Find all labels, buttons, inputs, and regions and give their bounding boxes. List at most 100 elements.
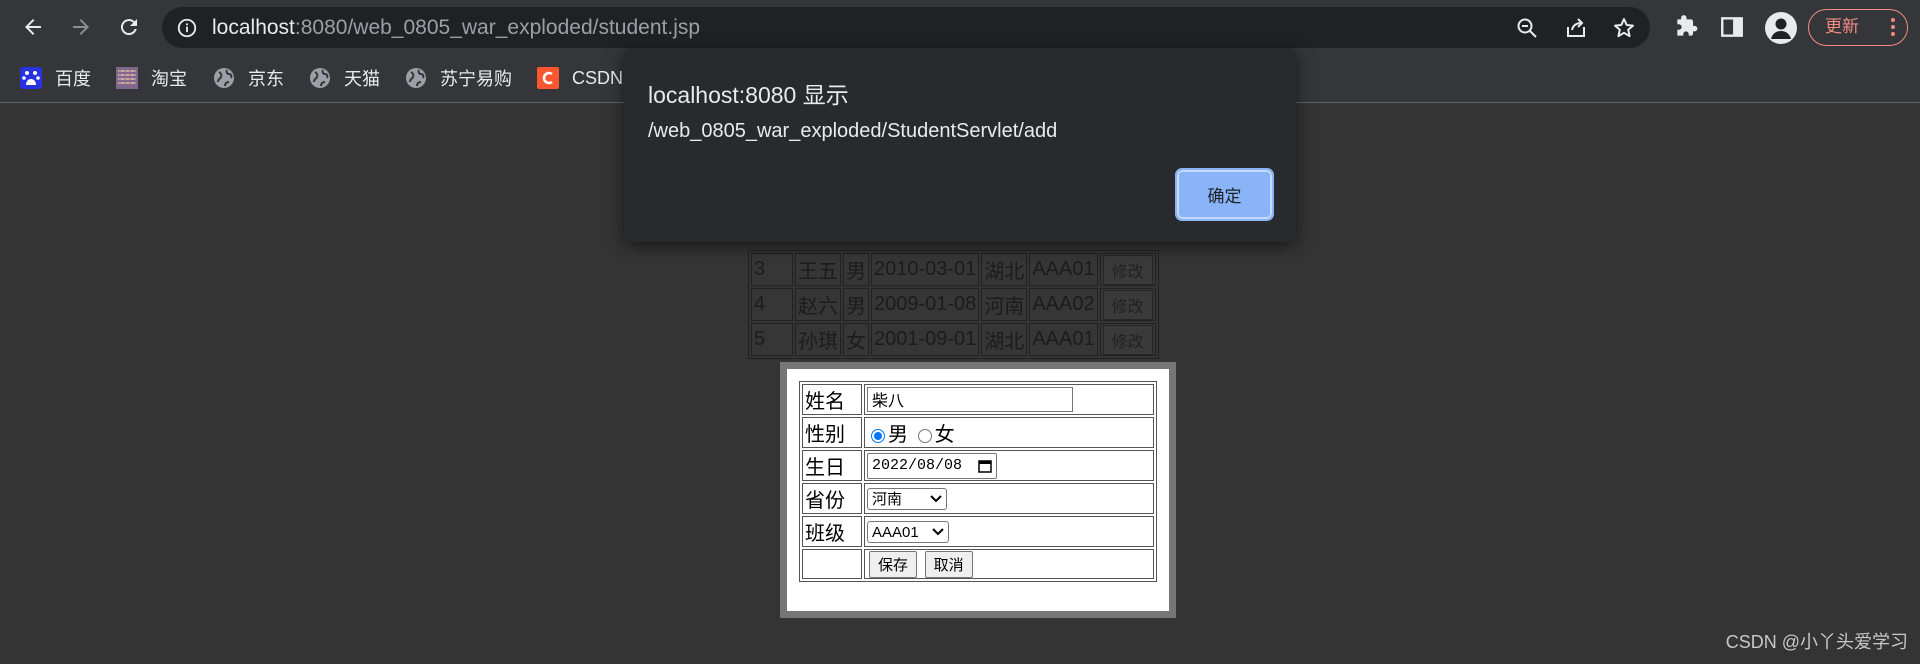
bookmark-jd[interactable]: 京东: [213, 64, 284, 92]
actions-cell: 保存 取消: [864, 549, 1154, 579]
ok-button[interactable]: 确定: [1175, 168, 1274, 221]
chevron-down-icon: [930, 494, 942, 502]
gender-female-label: 女: [934, 424, 955, 446]
cell-birthday: 2009-01-08: [871, 288, 980, 321]
cell-class: AAA02: [1029, 288, 1098, 321]
cell-class: AAA01: [1029, 323, 1098, 356]
more-vert-icon: [1891, 18, 1895, 36]
birthday-label: 生日: [802, 450, 862, 481]
update-label: 更新: [1825, 17, 1859, 36]
bookmark-label: 苏宁易购: [440, 69, 512, 89]
cell-birthday: 2010-03-01: [871, 253, 980, 286]
province-value: 河南: [872, 491, 903, 508]
class-value: AAA01: [872, 523, 919, 541]
table-row: 5 孙琪 女 2001-09-01 湖北 AAA01 修改: [751, 323, 1156, 356]
name-cell: [864, 384, 1154, 415]
cell-class: AAA01: [1029, 253, 1098, 286]
bookmark-label: 百度: [55, 69, 91, 89]
alert-dialog: localhost:8080 显示 /web_0805_war_exploded…: [624, 48, 1296, 242]
cell-province: 河南: [981, 288, 1028, 321]
bookmark-label: 天猫: [344, 69, 380, 89]
alert-message: /web_0805_war_exploded/StudentServlet/ad…: [648, 120, 1058, 142]
bookmark-csdn[interactable]: CSDN: [537, 64, 623, 92]
birthday-date-input[interactable]: 2022/08/08: [867, 452, 997, 479]
province-cell: 河南: [864, 483, 1154, 514]
save-button[interactable]: 保存: [869, 550, 918, 578]
alert-title: localhost:8080 显示: [648, 82, 849, 108]
class-label: 班级: [802, 516, 862, 547]
back-button[interactable]: [18, 12, 48, 42]
cell-province: 湖北: [981, 323, 1028, 356]
star-icon[interactable]: [1612, 16, 1636, 40]
table-row: 3 王五 男 2010-03-01 湖北 AAA01 修改: [751, 253, 1156, 286]
cell-gender: 女: [843, 323, 869, 356]
profile-avatar[interactable]: [1765, 12, 1797, 44]
arrow-left-icon: [25, 19, 41, 35]
edit-button[interactable]: 修改: [1102, 289, 1153, 320]
taobao-icon: [116, 67, 138, 89]
update-button[interactable]: 更新: [1808, 9, 1908, 46]
bookmark-tmall[interactable]: 天猫: [309, 64, 380, 92]
url-path: :8080/web_0805_war_exploded/student.jsp: [294, 16, 701, 39]
gender-male-radio[interactable]: [871, 428, 885, 443]
browser-toolbar: localhost:8080/web_0805_war_exploded/stu…: [0, 0, 1920, 54]
cancel-button[interactable]: 取消: [924, 550, 973, 578]
cell-birthday: 2001-09-01: [871, 323, 980, 356]
gender-cell: 男 女: [864, 417, 1154, 448]
student-form: 姓名 性别 男 女 生日 2022/08/08: [799, 381, 1157, 582]
info-icon[interactable]: [176, 17, 198, 39]
forward-button[interactable]: [66, 12, 96, 42]
edit-button[interactable]: 修改: [1102, 254, 1153, 285]
edit-button[interactable]: 修改: [1102, 324, 1153, 355]
bookmark-baidu[interactable]: 百度: [20, 64, 91, 92]
form-row-name: 姓名: [802, 384, 1154, 415]
cell-id: 5: [751, 323, 793, 356]
bookmark-taobao[interactable]: 淘宝: [116, 64, 187, 92]
class-select[interactable]: AAA01: [867, 521, 949, 544]
student-table: 3 王五 男 2010-03-01 湖北 AAA01 修改 4 赵六 男 200…: [748, 250, 1159, 359]
cell-id: 4: [751, 288, 793, 321]
share-icon[interactable]: [1564, 16, 1588, 40]
address-bar[interactable]: localhost:8080/web_0805_war_exploded/stu…: [162, 7, 1650, 48]
bookmark-suning[interactable]: 苏宁易购: [405, 64, 512, 92]
cell-name: 赵六: [795, 288, 841, 321]
watermark: CSDN @小丫头爱学习: [1725, 632, 1908, 652]
cell-province: 湖北: [981, 253, 1028, 286]
baidu-icon: [20, 67, 42, 89]
cell-name: 王五: [795, 253, 841, 286]
url-host: localhost: [212, 16, 295, 39]
cell-action: 修改: [1099, 323, 1156, 356]
cell-id: 3: [751, 253, 793, 286]
table-row: 4 赵六 男 2009-01-08 河南 AAA02 修改: [751, 288, 1156, 321]
cell-gender: 男: [843, 288, 869, 321]
cell-action: 修改: [1099, 288, 1156, 321]
form-row-province: 省份 河南: [802, 483, 1154, 514]
province-select[interactable]: 河南: [867, 487, 947, 510]
name-input[interactable]: [867, 386, 1073, 412]
globe-icon: [213, 67, 235, 89]
birthday-value: 2022/08/08: [872, 457, 963, 475]
url-text[interactable]: localhost:8080/web_0805_war_exploded/stu…: [212, 7, 700, 48]
gender-male-label: 男: [888, 424, 908, 446]
birthday-cell: 2022/08/08: [864, 450, 1154, 481]
person-icon: [1771, 18, 1791, 39]
form-row-class: 班级 AAA01: [802, 516, 1154, 547]
bookmark-label: 淘宝: [151, 69, 187, 89]
student-form-panel: 姓名 性别 男 女 生日 2022/08/08: [780, 362, 1176, 618]
gender-female-radio[interactable]: [917, 428, 932, 443]
form-row-gender: 性别 男 女: [802, 417, 1154, 448]
side-panel-icon[interactable]: [1719, 14, 1745, 40]
calendar-icon[interactable]: [978, 459, 992, 473]
form-row-actions: 保存 取消: [802, 549, 1154, 579]
reload-button[interactable]: [114, 12, 144, 42]
globe-icon: [405, 67, 427, 89]
name-label: 姓名: [802, 384, 862, 415]
empty-cell: [802, 549, 862, 579]
bookmark-label: 京东: [248, 69, 284, 89]
globe-icon: [309, 67, 331, 89]
cell-name: 孙琪: [795, 323, 841, 356]
extensions-icon[interactable]: [1673, 14, 1699, 40]
chevron-down-icon: [932, 528, 944, 536]
zoom-icon[interactable]: [1515, 16, 1539, 40]
reload-icon: [120, 19, 137, 36]
